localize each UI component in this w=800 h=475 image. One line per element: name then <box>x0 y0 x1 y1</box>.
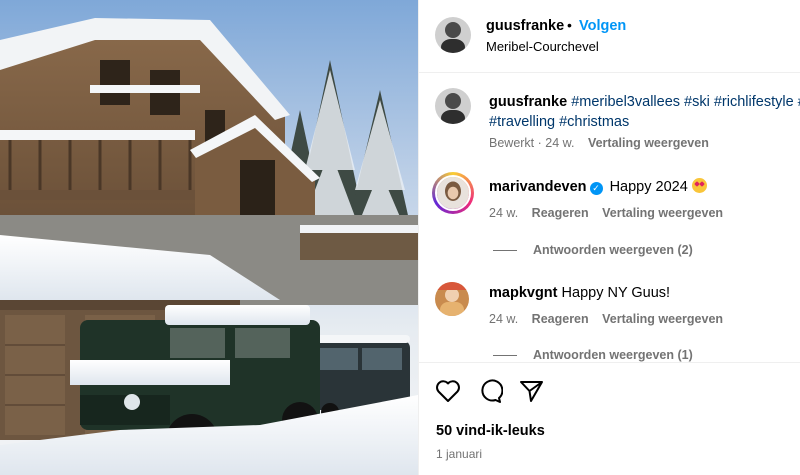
avatar-image <box>435 17 471 53</box>
comment-text: Happy NY Guus! <box>561 285 671 301</box>
post-actions: 50 vind-ik-leuks 1 januari <box>419 362 800 475</box>
post-header: guusfranke • Volgen Meribel-Courchevel <box>419 0 800 73</box>
caption-avatar[interactable] <box>435 88 471 124</box>
header-separator: • <box>567 17 572 33</box>
view-replies-label: Antwoorden weergeven (1) <box>533 348 693 362</box>
comment-1: marivandeven ✓ Happy 2024 <box>489 178 707 195</box>
comment-username[interactable]: marivandeven <box>489 179 587 195</box>
avatar-image <box>435 282 469 316</box>
comment-avatar-story[interactable] <box>432 172 474 214</box>
avatar-image <box>435 175 471 211</box>
reply-button[interactable]: Reageren <box>532 206 589 220</box>
comment-2-meta: 24 w. Reageren Vertaling weergeven <box>489 312 723 326</box>
caption-time[interactable]: 24 w. <box>545 136 574 150</box>
share-icon[interactable] <box>519 379 545 406</box>
edited-label: Bewerkt <box>489 136 535 150</box>
likes-count[interactable]: 50 vind-ik-leuks <box>436 423 545 439</box>
post-image[interactable] <box>0 0 418 475</box>
comment-time[interactable]: 24 w. <box>489 206 518 220</box>
avatar-image <box>435 88 471 124</box>
verified-badge-icon: ✓ <box>589 182 603 195</box>
post-caption: guusfranke #meribel3vallees #ski #richli… <box>489 92 800 132</box>
location-link[interactable]: Meribel-Courchevel <box>486 39 599 54</box>
comment-2: mapkvgnt Happy NY Guus! <box>489 285 670 301</box>
caption-meta: Bewerkt · 24 w. Vertaling weergeven <box>489 136 709 150</box>
replies-divider <box>493 250 517 252</box>
view-replies-button[interactable]: Antwoorden weergeven (2) <box>493 243 693 257</box>
view-replies-label: Antwoorden weergeven (2) <box>533 243 693 257</box>
reply-button[interactable]: Reageren <box>532 312 589 326</box>
caption-hashtags-line2[interactable]: #travelling #christmas <box>489 114 629 130</box>
replies-divider <box>493 355 517 357</box>
comment-avatar[interactable] <box>435 282 469 316</box>
view-replies-button[interactable]: Antwoorden weergeven (1) <box>493 348 693 362</box>
comment-text: Happy 2024 <box>609 179 688 195</box>
caption-hashtags[interactable]: #meribel3vallees #ski #richlifestyle # <box>571 94 800 110</box>
comment-username[interactable]: mapkvgnt <box>489 285 558 301</box>
chalet-photo <box>0 18 418 475</box>
caption-translate-button[interactable]: Vertaling weergeven <box>588 136 709 150</box>
post-panel: guusfranke • Volgen Meribel-Courchevel g… <box>418 0 800 475</box>
caption-username[interactable]: guusfranke <box>489 94 567 110</box>
comment-1-meta: 24 w. Reageren Vertaling weergeven <box>489 206 723 220</box>
header-username[interactable]: guusfranke <box>486 18 564 34</box>
follow-button[interactable]: Volgen <box>579 18 626 34</box>
comment-translate-button[interactable]: Vertaling weergeven <box>602 206 723 220</box>
comment-time[interactable]: 24 w. <box>489 312 518 326</box>
heart-icon[interactable] <box>435 379 461 406</box>
post-date[interactable]: 1 januari <box>436 447 482 461</box>
author-avatar[interactable] <box>435 17 471 53</box>
heart-eyes-emoji-icon <box>691 178 707 193</box>
comment-icon[interactable] <box>477 379 504 406</box>
comment-translate-button[interactable]: Vertaling weergeven <box>602 312 723 326</box>
